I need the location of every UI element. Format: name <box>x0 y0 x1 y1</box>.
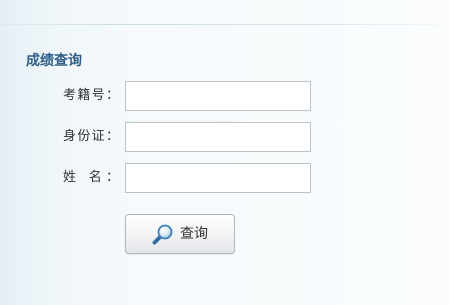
section-title: 成绩查询 <box>26 53 82 69</box>
id-card-input[interactable] <box>125 122 311 152</box>
id-card-label: 身份证： <box>63 129 119 144</box>
search-button-label: 查询 <box>180 226 208 242</box>
exam-id-input[interactable] <box>125 81 311 111</box>
name-input[interactable] <box>125 163 311 193</box>
name-label: 姓 名： <box>63 170 119 185</box>
search-button[interactable]: 查询 <box>125 214 235 254</box>
magnifier-icon <box>152 223 174 245</box>
exam-id-label: 考籍号： <box>63 88 119 103</box>
top-divider <box>0 24 449 25</box>
